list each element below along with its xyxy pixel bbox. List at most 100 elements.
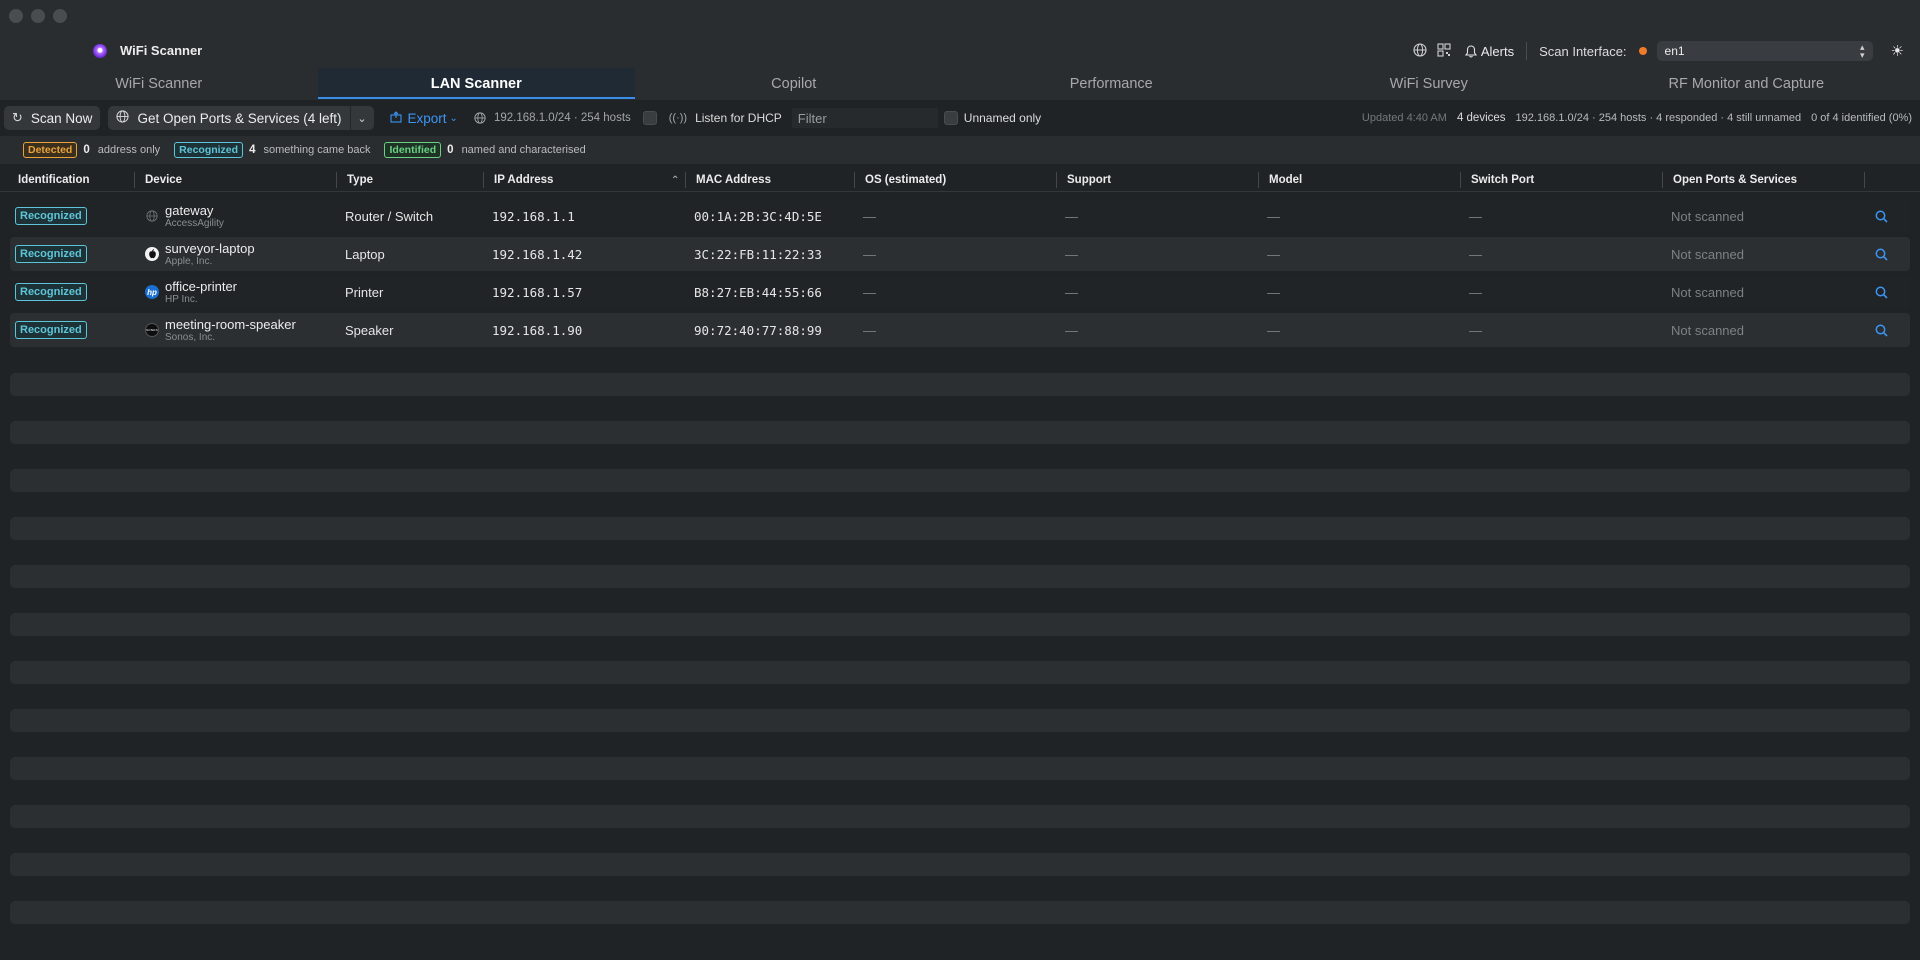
column-model[interactable]: Model (1269, 168, 1302, 192)
column-type[interactable]: Type (347, 168, 373, 192)
refresh-icon: ↻ (12, 110, 23, 125)
unnamed-only-checkbox[interactable] (943, 111, 958, 125)
title-bar-controls: Alerts Scan Interface: en1 ▴ ▾ ☀ (1403, 38, 1920, 64)
mac-address: 3C:22:FB:11:22:33 (694, 246, 822, 262)
switch-port-value: — (1469, 246, 1482, 262)
zoom-window-button[interactable] (53, 9, 67, 23)
listen-dhcp-checkbox[interactable] (642, 111, 657, 125)
filter-input[interactable] (791, 108, 938, 128)
column-divider (134, 172, 135, 188)
table-row[interactable]: Recognized surveyor-laptop Apple, Inc. La… (10, 237, 1910, 271)
device-count: 4 devices (1456, 112, 1506, 124)
os-value: — (863, 322, 876, 338)
alerts-button[interactable]: Alerts (1464, 44, 1514, 59)
globe-network-icon (116, 110, 130, 126)
open-ports-button[interactable]: Get Open Ports & Services (4 left) (108, 106, 350, 130)
column-support[interactable]: Support (1067, 168, 1111, 192)
open-ports-menu-button[interactable]: ⌄ (349, 106, 374, 130)
apple-icon (145, 247, 159, 261)
empty-row-stripe (10, 517, 1910, 540)
table-row[interactable]: Recognized SONOS meeting-room-speaker Son… (10, 313, 1910, 347)
column-os[interactable]: OS (estimated) (865, 168, 946, 192)
device-vendor: HP Inc. (165, 293, 198, 305)
globe-icon[interactable] (1413, 42, 1427, 60)
chevron-updown-icon: ▴ ▾ (1860, 42, 1865, 60)
column-divider (336, 172, 337, 188)
scan-interface-label: Scan Interface: (1539, 43, 1627, 59)
model-value: — (1267, 246, 1280, 262)
search-icon[interactable] (1875, 237, 1888, 271)
tab-wifi-survey[interactable]: WiFi Survey (1270, 68, 1588, 100)
updated-time: Updated 4:40 AM (1361, 112, 1447, 124)
identification-legend: Detected 0 address only Recognized 4 som… (0, 136, 1920, 164)
column-divider (854, 172, 855, 188)
column-divider (1460, 172, 1461, 188)
minimize-window-button[interactable] (31, 9, 45, 23)
hp-logo-icon: hp (145, 285, 159, 299)
scan-now-label: Scan Now (30, 110, 93, 126)
scan-summary: Updated 4:40 AM 4 devices 192.168.1.0/24… (1362, 112, 1920, 124)
qr-code-icon[interactable] (1437, 42, 1451, 60)
empty-row-stripe (10, 661, 1910, 684)
search-icon[interactable] (1875, 275, 1888, 309)
device-name: surveyor-laptop (165, 240, 255, 256)
sun-icon[interactable]: ☀ (1891, 42, 1904, 60)
column-switch-port[interactable]: Switch Port (1471, 168, 1534, 192)
column-mac-address[interactable]: MAC Address (696, 168, 771, 192)
model-value: — (1267, 208, 1280, 224)
switch-port-value: — (1469, 322, 1482, 338)
identified-ratio: 0 of 4 identified (0%) (1811, 112, 1912, 124)
open-ports-value: Not scanned (1671, 208, 1744, 224)
tab-performance[interactable]: Performance (953, 68, 1271, 100)
ip-address: 192.168.1.57 (492, 284, 583, 300)
tab-lan-scanner[interactable]: LAN Scanner (317, 68, 635, 100)
column-divider (1662, 172, 1663, 188)
detected-desc: address only (97, 144, 161, 156)
open-ports-label: Get Open Ports & Services (4 left) (137, 110, 342, 126)
table-row[interactable]: Recognized hp office-printer HP Inc. Prin… (10, 275, 1910, 309)
search-icon[interactable] (1875, 199, 1888, 233)
title-bar: WiFi Scanner Alerts Scan Interface: en1 … (0, 0, 1920, 68)
tab-copilot[interactable]: Copilot (635, 68, 953, 100)
identified-count: 0 (447, 144, 454, 156)
open-ports-value: Not scanned (1671, 246, 1744, 262)
close-window-button[interactable] (9, 9, 23, 23)
ip-address: 192.168.1.90 (492, 322, 583, 338)
sort-ascending-icon[interactable]: ⌃ (671, 168, 679, 192)
column-ip-address[interactable]: IP Address (494, 168, 553, 192)
support-value: — (1065, 284, 1078, 300)
scan-interface-select[interactable]: en1 ▴ ▾ (1656, 41, 1873, 61)
column-divider (483, 172, 484, 188)
recognized-count: 4 (249, 144, 256, 156)
support-value: — (1065, 322, 1078, 338)
identified-badge: Identified (384, 142, 442, 158)
empty-row-stripe (10, 709, 1910, 732)
device-type: Laptop (345, 246, 385, 262)
tab-rf-monitor[interactable]: RF Monitor and Capture (1588, 68, 1906, 100)
support-value: — (1065, 246, 1078, 262)
support-value: — (1065, 208, 1078, 224)
export-menu[interactable]: Export ⌄ (389, 110, 458, 126)
open-ports-value: Not scanned (1671, 322, 1744, 338)
network-range: 192.168.1.0/24 · 254 hosts (493, 112, 631, 124)
column-device[interactable]: Device (145, 168, 182, 192)
column-divider (1056, 172, 1057, 188)
globe-icon (145, 209, 159, 223)
app-window: WiFi Scanner Alerts Scan Interface: en1 … (0, 0, 1920, 960)
export-label: Export (407, 110, 447, 126)
search-icon[interactable] (1875, 313, 1888, 347)
main-tabs: WiFi Scanner LAN Scanner Copilot Perform… (0, 68, 1920, 100)
column-open-ports[interactable]: Open Ports & Services (1673, 168, 1797, 192)
empty-row-stripe (10, 805, 1910, 828)
column-divider (685, 172, 686, 188)
table-row[interactable]: Recognized gateway AccessAgility Router /… (10, 199, 1910, 233)
empty-row-stripe (10, 853, 1910, 876)
sonos-logo-icon: SONOS (145, 323, 159, 337)
column-identification[interactable]: Identification (18, 168, 90, 192)
tab-wifi-scanner[interactable]: WiFi Scanner (0, 68, 318, 100)
device-name: office-printer (165, 278, 238, 294)
network-globe-icon (474, 112, 486, 124)
scan-now-button[interactable]: ↻ Scan Now (4, 106, 101, 130)
divider (1526, 42, 1528, 60)
device-type: Speaker (345, 322, 394, 338)
